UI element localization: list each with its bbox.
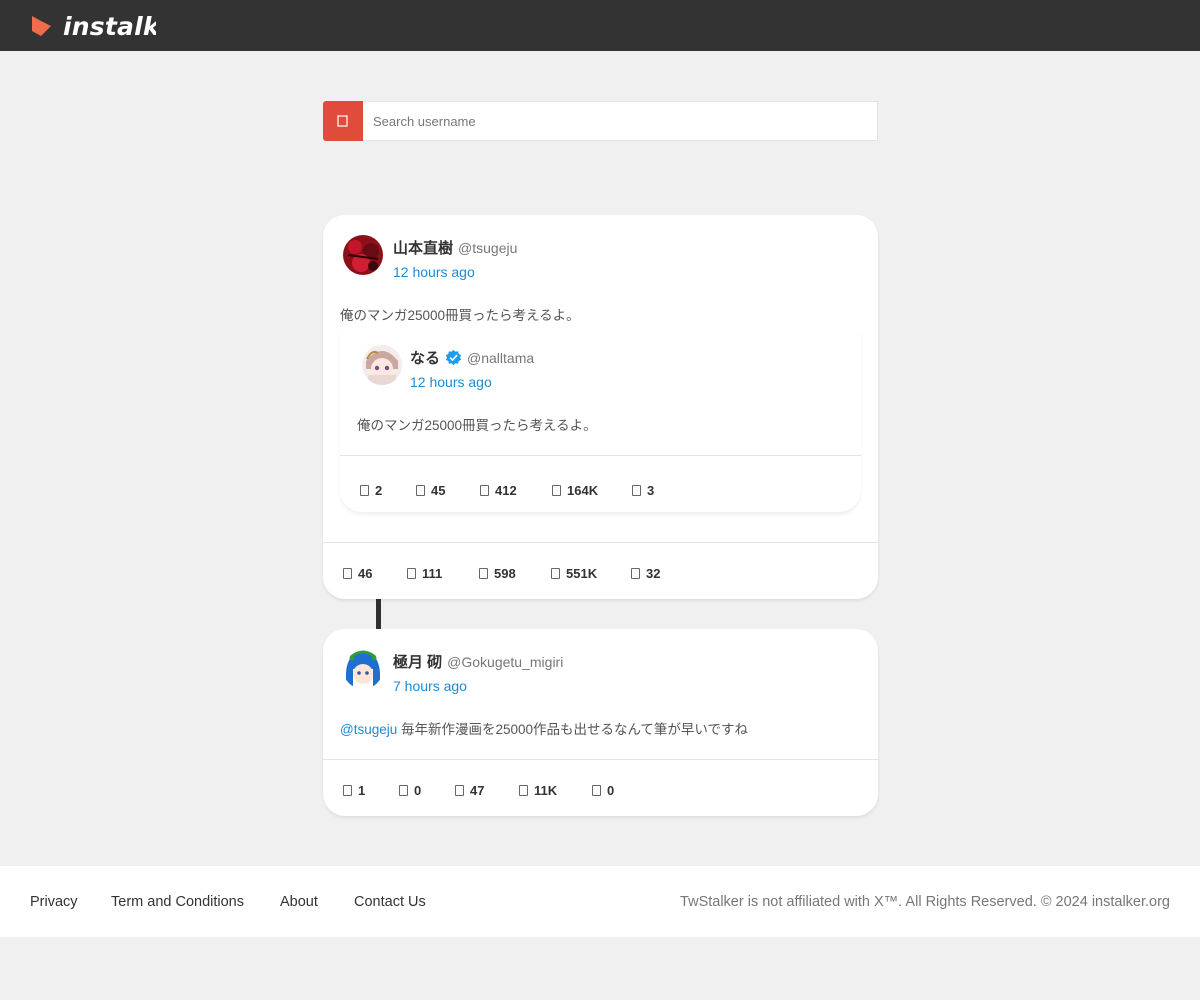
reply-count[interactable]: 46 (343, 566, 372, 581)
stat-value: 45 (431, 482, 446, 498)
footer-link-about[interactable]: About (280, 894, 318, 910)
footer-link-privacy[interactable]: Privacy (30, 894, 78, 910)
bookmark-count[interactable]: 32 (631, 566, 660, 581)
reply-icon (343, 567, 352, 579)
views-icon (519, 784, 528, 796)
tweet-card[interactable]: 極月 砌 @Gokugetu_migiri 7 hours ago @tsuge… (323, 629, 878, 816)
stat-value: 0 (414, 782, 422, 798)
avatar[interactable] (343, 649, 383, 689)
stat-value: 0 (607, 782, 615, 798)
author-handle[interactable]: @nalltama (467, 350, 534, 366)
tweet-card[interactable]: 山本直樹 @tsugeju 12 hours ago 俺のマンガ25000冊買っ… (323, 215, 878, 599)
search-button[interactable] (323, 101, 363, 141)
bookmark-icon (631, 567, 640, 579)
author-handle[interactable]: @tsugeju (458, 240, 517, 256)
logo-text: instalker (63, 11, 156, 41)
divider (323, 542, 878, 543)
tweet-text: 俺のマンガ25000冊買ったら考えるよ。 (357, 418, 597, 433)
author-name[interactable]: なる (410, 347, 440, 368)
stat-value: 46 (358, 565, 373, 581)
copyright-text: TwStalker is not affiliated with X™. All… (680, 894, 1170, 910)
search-input[interactable] (363, 101, 878, 141)
stat-value: 111 (422, 565, 443, 581)
like-count[interactable]: 412 (480, 483, 517, 498)
tweet-time[interactable]: 12 hours ago (410, 374, 492, 390)
reply-icon (360, 484, 369, 496)
retweet-count[interactable]: 0 (399, 783, 421, 798)
avatar[interactable] (362, 345, 402, 385)
bookmark-icon (632, 484, 641, 496)
retweet-icon (407, 567, 416, 579)
heart-icon (455, 784, 464, 796)
author-handle[interactable]: @Gokugetu_migiri (447, 654, 563, 670)
stat-value: 11K (534, 782, 558, 798)
quoted-tweet[interactable]: なる @nalltama 12 hours ago 俺のマンガ25000冊買った… (340, 330, 861, 512)
logo[interactable]: instalker (28, 11, 156, 41)
heart-icon (480, 484, 489, 496)
reply-count[interactable]: 2 (360, 483, 382, 498)
view-count[interactable]: 164K (552, 483, 598, 498)
divider (340, 455, 861, 456)
author-name[interactable]: 極月 砌 (393, 651, 442, 672)
footer-link-contact[interactable]: Contact Us (354, 894, 426, 910)
bookmark-count[interactable]: 0 (592, 783, 614, 798)
stat-value: 32 (646, 565, 661, 581)
stat-value: 412 (495, 482, 517, 498)
stat-value: 164K (567, 482, 599, 498)
like-count[interactable]: 47 (455, 783, 484, 798)
reply-count[interactable]: 1 (343, 783, 365, 798)
retweet-icon (416, 484, 425, 496)
stat-value: 3 (647, 482, 655, 498)
tweet-body: 毎年新作漫画を25000作品も出せるなんて筆が早いですね (401, 722, 748, 737)
views-icon (551, 567, 560, 579)
stat-value: 2 (375, 482, 383, 498)
tweet-text: 俺のマンガ25000冊買ったら考えるよ。 (340, 308, 580, 323)
retweet-count[interactable]: 45 (416, 483, 445, 498)
verified-badge-icon (445, 349, 462, 366)
bookmark-count[interactable]: 3 (632, 483, 654, 498)
stat-value: 598 (494, 565, 516, 581)
retweet-count[interactable]: 111 (407, 566, 442, 581)
bookmark-icon (592, 784, 601, 796)
mention-link[interactable]: @tsugeju (340, 722, 397, 737)
view-count[interactable]: 551K (551, 566, 597, 581)
top-bar: instalker (0, 0, 1200, 51)
divider (323, 759, 878, 760)
tweet-time[interactable]: 12 hours ago (393, 264, 475, 280)
view-count[interactable]: 11K (519, 783, 557, 798)
stat-value: 551K (566, 565, 598, 581)
thread-connector (376, 599, 381, 629)
heart-icon (479, 567, 488, 579)
avatar[interactable] (343, 235, 383, 275)
tweet-time[interactable]: 7 hours ago (393, 678, 467, 694)
like-count[interactable]: 598 (479, 566, 516, 581)
retweet-icon (399, 784, 408, 796)
stat-value: 47 (470, 782, 485, 798)
views-icon (552, 484, 561, 496)
tweet-text: @tsugeju 毎年新作漫画を25000作品も出せるなんて筆が早いですね (340, 718, 748, 738)
search-icon (337, 115, 348, 127)
logo-icon (32, 16, 51, 36)
reply-icon (343, 784, 352, 796)
footer: Privacy Term and Conditions About Contac… (0, 866, 1200, 937)
stat-value: 1 (358, 782, 366, 798)
search-bar (323, 101, 878, 141)
footer-link-terms[interactable]: Term and Conditions (111, 894, 244, 910)
author-name[interactable]: 山本直樹 (393, 237, 453, 258)
